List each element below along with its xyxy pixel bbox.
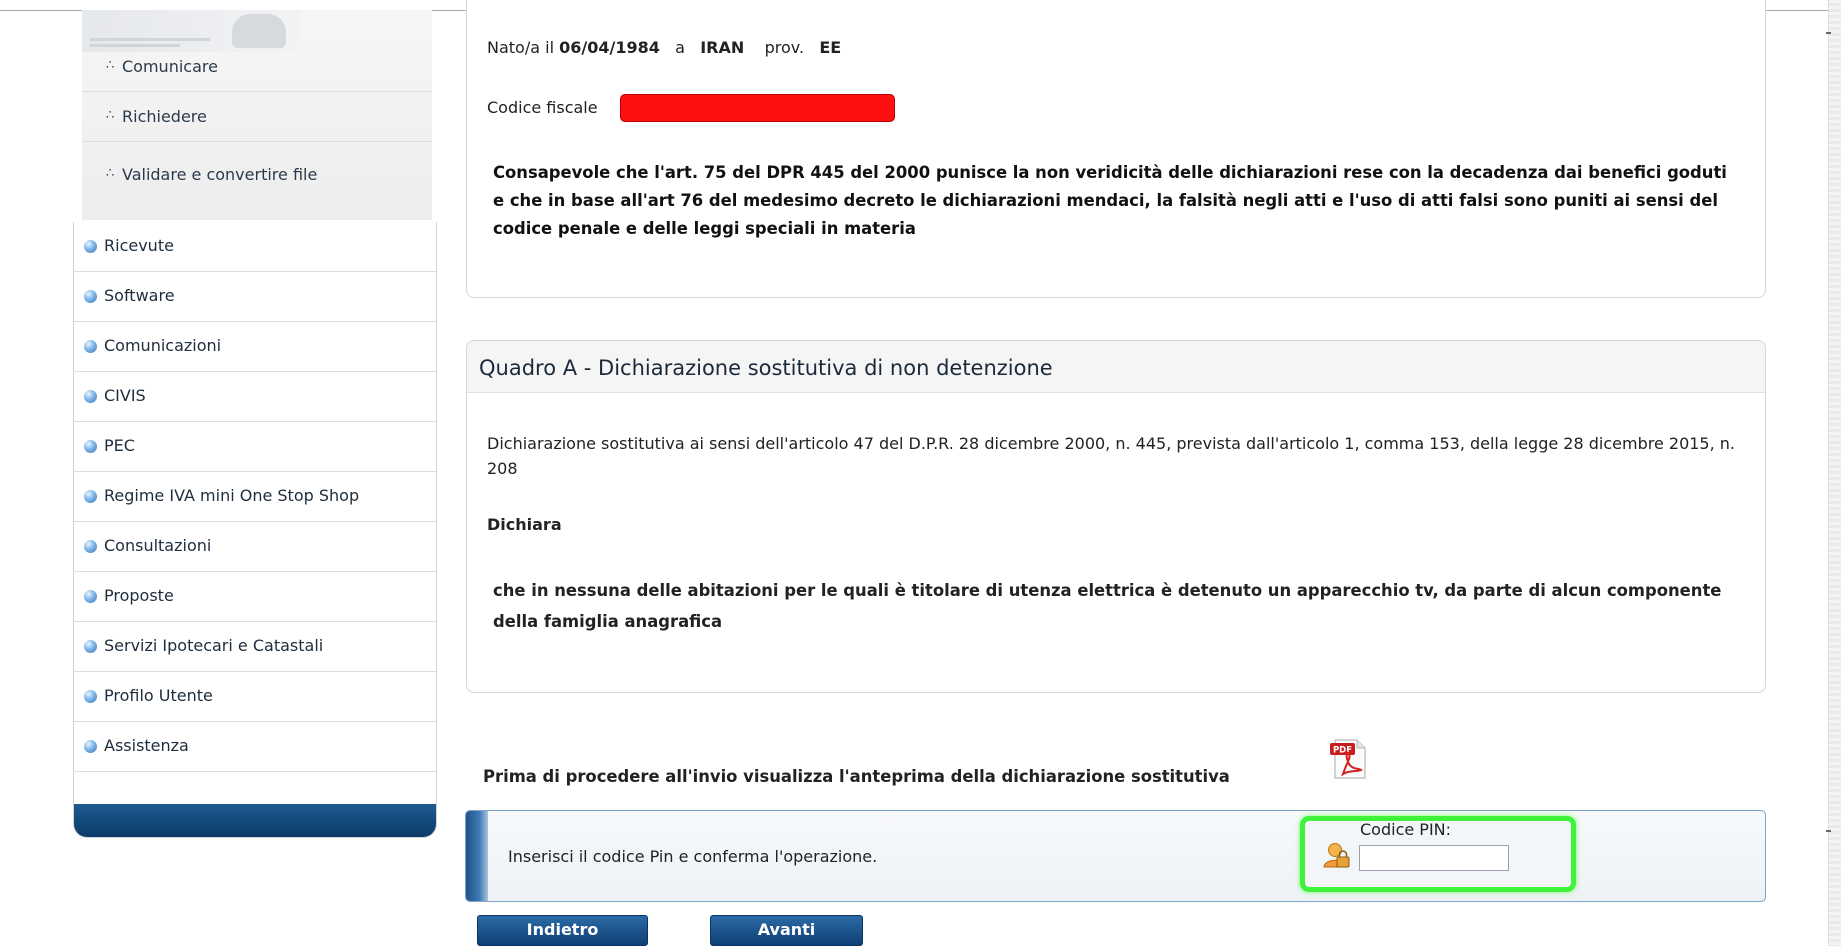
sidebar-item-label: Software — [104, 286, 175, 305]
blue-sphere-bullet-icon — [84, 440, 97, 453]
sidebar-item-label: CIVIS — [104, 386, 146, 405]
fiscal-code-redacted — [620, 94, 895, 122]
submenu-item-richiedere[interactable]: ∴ Richiedere — [82, 92, 432, 142]
sidebar-item-label: Regime IVA mini One Stop Shop — [104, 486, 360, 505]
birth-place: IRAN — [700, 38, 745, 57]
fiscal-code-label: Codice fiscale — [487, 98, 598, 117]
sidebar-item-label: Servizi Ipotecari e Catastali — [104, 636, 324, 655]
blue-sphere-bullet-icon — [84, 390, 97, 403]
sidebar-item-ricevute[interactable]: Ricevute — [74, 222, 436, 272]
sidebar-item-proposte[interactable]: Proposte — [74, 572, 436, 622]
blue-sphere-bullet-icon — [84, 290, 97, 303]
declares-label: Dichiara — [487, 515, 562, 534]
back-button[interactable]: Indietro — [477, 915, 648, 946]
at-word: a — [675, 38, 685, 57]
submenu-item-comunicare[interactable]: ∴ Comunicare — [82, 42, 432, 92]
user-lock-icon — [1322, 840, 1352, 870]
awareness-statement: Consapevole che l'art. 75 del DPR 445 de… — [493, 163, 1727, 238]
sidebar-item-servizi-ipotecari[interactable]: Servizi Ipotecari e Catastali — [74, 622, 436, 672]
sidebar-item-civis[interactable]: CIVIS — [74, 372, 436, 422]
blue-sphere-bullet-icon — [84, 640, 97, 653]
blue-sphere-bullet-icon — [84, 740, 97, 753]
square-dots-bullet-icon: ∴ — [106, 166, 115, 181]
submenu-item-label: Validare e convertire file — [122, 165, 318, 184]
pin-bar-accent — [466, 811, 488, 901]
page-right-scroll-edge — [1828, 0, 1841, 946]
pdf-icon-graphic: PDF — [1330, 739, 1366, 779]
sidebar-submenu: ∴ Comunicare ∴ Richiedere ∴ Validare e c… — [82, 10, 432, 220]
blue-sphere-bullet-icon — [84, 590, 97, 603]
sidebar-item-label: Comunicazioni — [104, 336, 222, 355]
square-dots-bullet-icon: ∴ — [106, 108, 115, 123]
quadro-a-panel: Quadro A - Dichiarazione sostitutiva di … — [466, 340, 1766, 693]
sidebar-item-assistenza[interactable]: Assistenza — [74, 722, 436, 772]
province: EE — [819, 38, 842, 57]
quadro-a-title: Quadro A - Dichiarazione sostitutiva di … — [479, 356, 1053, 380]
sidebar-item-label: Assistenza — [104, 736, 189, 755]
birth-date: 06/04/1984 — [559, 38, 660, 57]
declaration-text: che in nessuna delle abitazioni per le q… — [493, 581, 1722, 631]
right-edge-tick — [1826, 32, 1831, 34]
sidebar-item-comunicazioni[interactable]: Comunicazioni — [74, 322, 436, 372]
preview-instruction: Prima di procedere all'invio visualizza … — [483, 767, 1230, 786]
submenu-item-label: Comunicare — [122, 57, 218, 76]
sidebar-item-label: PEC — [104, 436, 135, 455]
next-button[interactable]: Avanti — [710, 915, 863, 946]
pdf-icon[interactable]: PDF — [1329, 738, 1369, 780]
blue-sphere-bullet-icon — [84, 340, 97, 353]
square-dots-bullet-icon: ∴ — [106, 58, 115, 73]
sidebar-item-label: Consultazioni — [104, 536, 212, 555]
sidebar-main-menu: Ricevute Software Comunicazioni CIVIS PE… — [73, 222, 437, 838]
submenu-item-validare[interactable]: ∴ Validare e convertire file — [82, 150, 432, 200]
pin-label: Codice PIN: — [1360, 820, 1452, 839]
blue-sphere-bullet-icon — [84, 490, 97, 503]
sidebar-item-software[interactable]: Software — [74, 272, 436, 322]
pin-input[interactable] — [1359, 845, 1509, 871]
sidebar-item-label: Profilo Utente — [104, 686, 213, 705]
prov-word: prov. — [764, 38, 805, 57]
sidebar-item-profilo-utente[interactable]: Profilo Utente — [74, 672, 436, 722]
sidebar-item-pec[interactable]: PEC — [74, 422, 436, 472]
born-prefix: Nato/a il — [487, 38, 555, 57]
sidebar-item-label: Ricevute — [104, 236, 174, 255]
blue-sphere-bullet-icon — [84, 690, 97, 703]
blue-sphere-bullet-icon — [84, 540, 97, 553]
pin-instruction: Inserisci il codice Pin e conferma l'ope… — [508, 847, 878, 866]
quadro-a-description: Dichiarazione sostitutiva ai sensi dell'… — [487, 434, 1735, 478]
right-edge-tick — [1826, 830, 1831, 832]
sidebar-item-label: Proposte — [104, 586, 174, 605]
submenu-item-label: Richiedere — [122, 107, 207, 126]
quadro-a-header: Quadro A - Dichiarazione sostitutiva di … — [467, 341, 1765, 393]
birth-info: Nato/a il 06/04/1984 a IRAN prov. EE — [487, 38, 841, 57]
blue-sphere-bullet-icon — [84, 240, 97, 253]
sidebar-item-regime-iva[interactable]: Regime IVA mini One Stop Shop — [74, 472, 436, 522]
sidebar-footer-bar — [74, 804, 436, 837]
sidebar-item-consultazioni[interactable]: Consultazioni — [74, 522, 436, 572]
